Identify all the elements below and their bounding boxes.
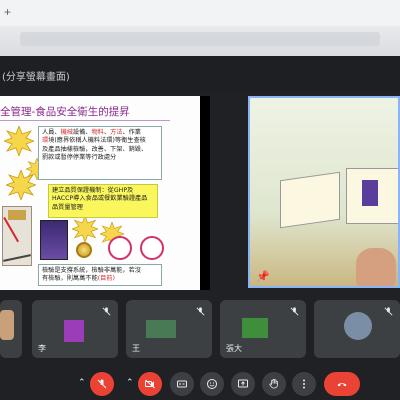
- slide-title: 全管理-食品安全衛生的提昇: [0, 106, 130, 118]
- closed-captions-icon: [177, 380, 187, 388]
- mic-off-icon: [102, 307, 111, 316]
- presenter-video-tile[interactable]: 📌: [248, 96, 400, 288]
- gold-seal-icon: [76, 242, 92, 258]
- meeting-controls: ⌃ ⌃: [0, 364, 400, 400]
- mic-off-icon: [97, 379, 107, 389]
- participant-name: 李: [38, 344, 46, 353]
- poster-image: [40, 220, 68, 260]
- raise-hand-icon: [269, 378, 278, 389]
- participant-tile[interactable]: 王: [126, 300, 212, 358]
- pin-icon[interactable]: 📌: [256, 270, 270, 283]
- participant-tile[interactable]: 李: [32, 300, 118, 358]
- mic-off-icon: [384, 307, 393, 316]
- slide-box-inspection: 人員、機械設備、物料、方法、作業 環境(應界依稱人機料法環)等衛生查核 及產品抽…: [38, 126, 162, 180]
- presentation-header: (分享螢幕畫面): [0, 56, 400, 92]
- slide-box-quality-assurance: 建立品質保證機制：從GHP及 HACCP導入食品或餐飲業驗證產品 品質量管理: [48, 184, 158, 218]
- participant-tile[interactable]: [0, 300, 22, 358]
- purple-poster: [362, 180, 378, 206]
- audio-options-chevron-icon[interactable]: ⌃: [78, 377, 86, 388]
- participant-name: 王: [132, 344, 140, 353]
- more-vert-icon: [303, 379, 305, 389]
- mic-off-icon: [196, 307, 205, 316]
- present-screen-button[interactable]: [231, 372, 255, 396]
- camera-off-icon: [145, 379, 155, 389]
- present-screen-icon: [238, 379, 248, 388]
- slide-edge: [200, 96, 210, 290]
- participant-tile[interactable]: [314, 300, 400, 358]
- raise-hand-button[interactable]: [262, 372, 286, 396]
- blurred-url: [20, 32, 380, 46]
- projection-screen: [280, 171, 340, 229]
- presenter-hand: [356, 248, 396, 286]
- mic-off-icon: [290, 307, 299, 316]
- captions-button[interactable]: [170, 372, 194, 396]
- mic-toggle-button[interactable]: [90, 372, 114, 396]
- camera-toggle-button[interactable]: [138, 372, 162, 396]
- leave-call-button[interactable]: [324, 372, 360, 396]
- shared-screen[interactable]: 全管理-食品安全衛生的提昇 人員、機械設備、物料、方法、作業 環境(應界依稱人機…: [0, 96, 210, 290]
- more-options-button[interactable]: [292, 372, 316, 396]
- title-underline: [0, 120, 170, 121]
- slide-box-testing: 檢驗是支撐系統，檢驗非萬能，若沒 有檢驗，則萬萬不能(目前): [38, 264, 162, 286]
- certification-logo-icon: [140, 236, 164, 260]
- video-options-chevron-icon[interactable]: ⌃: [126, 377, 134, 388]
- new-tab-button[interactable]: +: [4, 5, 11, 19]
- browser-top-bar: +: [0, 0, 400, 56]
- participant-tile[interactable]: 張大: [220, 300, 306, 358]
- starburst-badge: [2, 124, 36, 158]
- call-end-icon: [337, 383, 347, 387]
- emoji-icon: [207, 379, 217, 389]
- participant-name: 張大: [226, 344, 242, 353]
- reactions-button[interactable]: [200, 372, 224, 396]
- screen-share-label: (分享螢幕畫面): [2, 72, 70, 83]
- starburst-badge: [71, 215, 99, 243]
- certificate-image: [2, 206, 32, 266]
- certification-logo-icon: [108, 236, 132, 260]
